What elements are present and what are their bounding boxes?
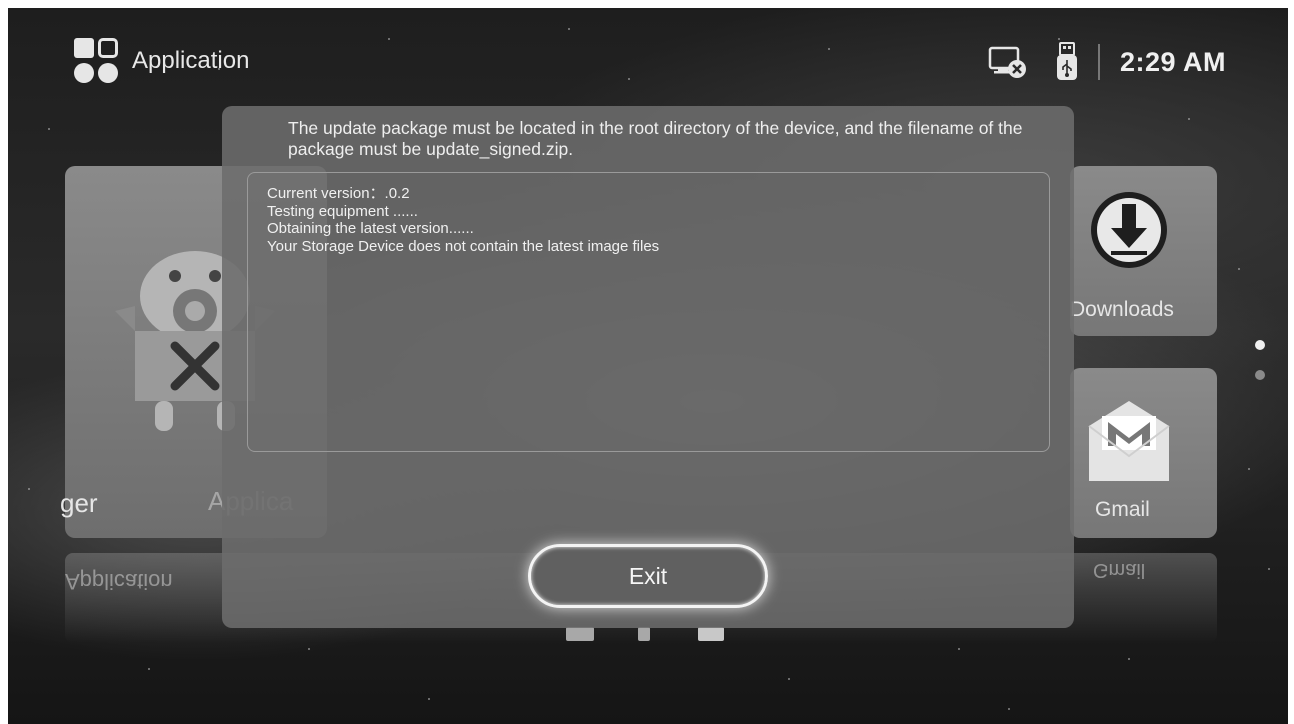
gmail-envelope-icon [1088,401,1170,481]
update-log-panel: Current version：.0.2 Testing equipment .… [247,172,1050,452]
screen-disconnected-icon [988,45,1028,79]
app-manager-label: ger [60,488,98,518]
tv-screen: Application 2:29 AM ger Downloads Gmail … [8,8,1288,724]
download-icon [1091,192,1167,268]
downloads-label: Downloads [1070,298,1174,321]
dialog-message: The update package must be located in th… [288,118,1023,159]
reflection-label-left: Application [65,569,173,594]
application-grid-icon [74,38,120,84]
log-line: Obtaining the latest version...... [267,220,474,237]
status-divider [1097,44,1100,80]
clock: 2:29 AM [1119,46,1226,77]
exit-button[interactable]: Exit [528,544,768,608]
usb-drive-icon [1056,42,1078,82]
log-line: Current version：.0.2 [267,185,410,202]
log-line: Testing equipment ...... [267,202,418,220]
dock-icon [638,627,650,641]
gmail-label: Gmail [1095,498,1150,521]
page-indicator-active [1255,340,1265,350]
dock-icon [698,627,724,641]
header: Application [74,38,249,84]
log-line: Your Storage Device does not contain the… [267,237,660,255]
page-title: Application [132,47,250,74]
dock-icon [566,627,594,641]
update-dialog: The update package must be located in th… [222,106,1074,628]
reflection-label-right: Gmail [1093,559,1146,581]
page-indicator [1255,370,1265,380]
status-bar: 2:29 AM [988,42,1226,82]
